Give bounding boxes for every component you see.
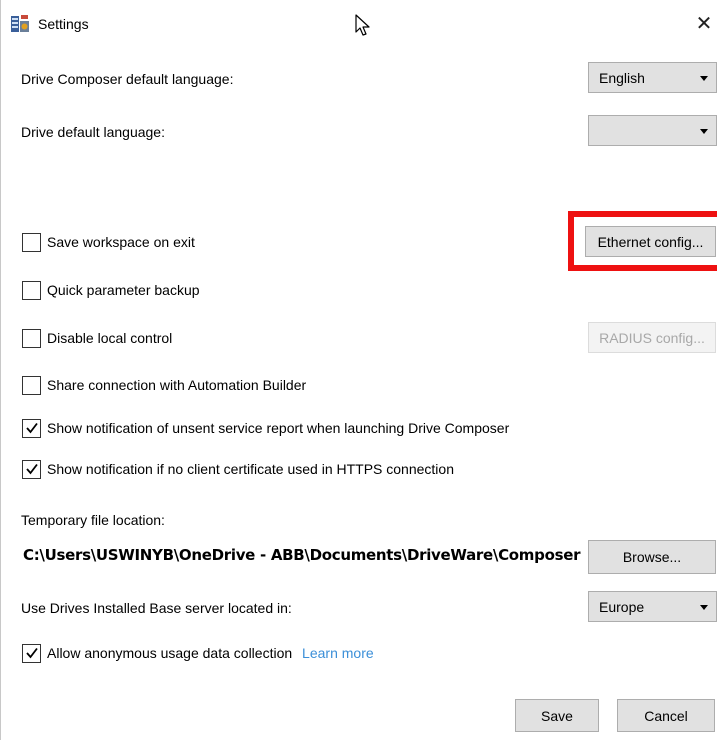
quick-backup-checkbox[interactable]: [22, 281, 41, 300]
notify-certificate-label: Show notification if no client certifica…: [47, 461, 454, 477]
close-icon: ✕: [695, 13, 713, 35]
temp-location-label: Temporary file location:: [21, 512, 165, 528]
window-title: Settings: [38, 16, 89, 32]
usage-data-checkbox[interactable]: [22, 644, 41, 663]
close-button[interactable]: ✕: [693, 12, 715, 36]
notify-certificate-checkbox[interactable]: [22, 460, 41, 479]
title-bar: Settings ✕: [1, 0, 717, 48]
radius-config-button[interactable]: RADIUS config...: [588, 322, 716, 353]
drive-language-label: Drive default language:: [21, 124, 165, 140]
quick-backup-label: Quick parameter backup: [47, 282, 200, 298]
share-connection-label: Share connection with Automation Builder: [47, 377, 307, 393]
checkmark-icon: [26, 422, 38, 434]
server-location-dropdown[interactable]: Europe: [588, 591, 717, 622]
composer-language-label: Drive Composer default language:: [21, 71, 234, 87]
save-workspace-label: Save workspace on exit: [47, 234, 195, 250]
server-location-label: Use Drives Installed Base server located…: [21, 600, 292, 616]
checkmark-icon: [26, 463, 38, 475]
settings-app-icon: [11, 15, 29, 32]
save-button[interactable]: Save: [515, 699, 599, 732]
learn-more-link[interactable]: Learn more: [302, 645, 374, 661]
composer-language-dropdown[interactable]: English: [588, 62, 717, 93]
chevron-down-icon: [700, 129, 708, 134]
usage-data-label: Allow anonymous usage data collection Le…: [47, 645, 374, 661]
chevron-down-icon: [700, 605, 708, 610]
save-workspace-checkbox[interactable]: [22, 233, 41, 252]
cancel-button[interactable]: Cancel: [617, 699, 715, 732]
drive-language-dropdown[interactable]: [588, 115, 717, 146]
notify-service-report-label: Show notification of unsent service repo…: [47, 420, 510, 436]
composer-language-value: English: [599, 70, 645, 86]
checkmark-icon: [26, 647, 38, 659]
notify-service-report-checkbox[interactable]: [22, 419, 41, 438]
disable-local-control-label: Disable local control: [47, 330, 173, 346]
disable-local-control-checkbox[interactable]: [22, 329, 41, 348]
mouse-cursor-icon: [355, 14, 370, 36]
chevron-down-icon: [700, 76, 708, 81]
usage-data-text: Allow anonymous usage data collection: [47, 645, 293, 661]
share-connection-checkbox[interactable]: [22, 376, 41, 395]
browse-button[interactable]: Browse...: [588, 540, 716, 574]
settings-window: Settings ✕ Drive Composer default langua…: [0, 0, 717, 740]
temp-location-path: C:\Users\USWINYB\OneDrive - ABB\Document…: [23, 546, 581, 564]
server-location-value: Europe: [599, 599, 645, 615]
highlight-annotation: [568, 211, 717, 271]
